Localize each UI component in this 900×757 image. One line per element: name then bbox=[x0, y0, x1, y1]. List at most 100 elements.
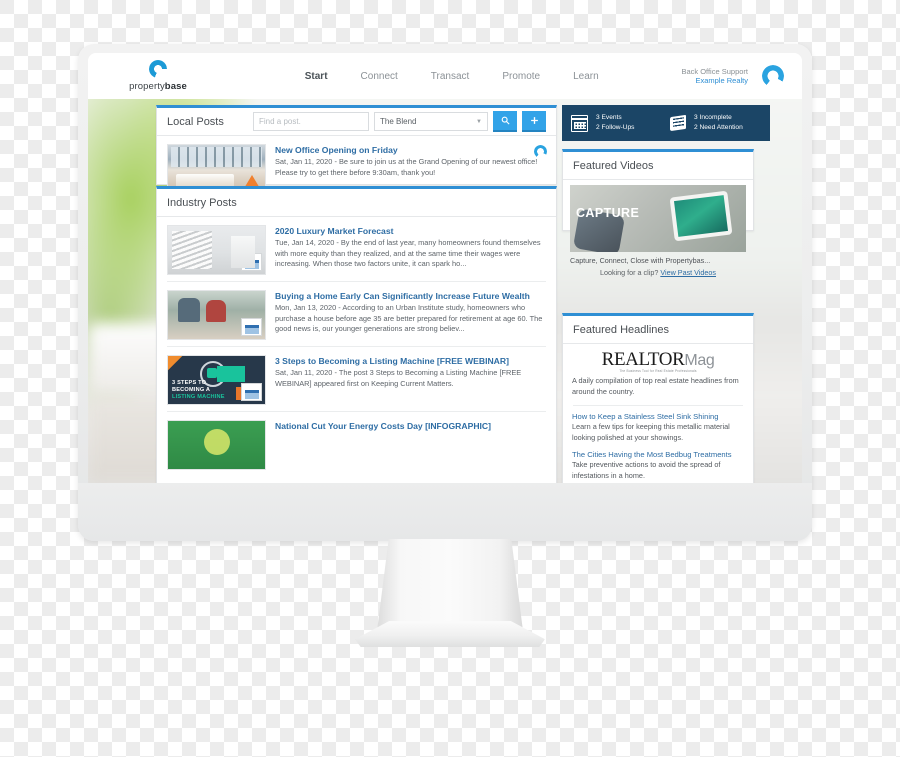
nav-link-transact[interactable]: Transact bbox=[431, 71, 470, 82]
book-icon bbox=[670, 114, 686, 132]
events-tile-text: 3 Events 2 Follow-Ups bbox=[596, 113, 634, 133]
post-excerpt: Sat, Jan 11, 2020 - Be sure to join us a… bbox=[275, 157, 538, 177]
realtor-mag-logo: REALTORMag The Business Tool for Real Es… bbox=[563, 344, 753, 374]
realtor-mag-tagline: The Business Tool for Real Estate Profes… bbox=[619, 369, 697, 373]
post-body: 2020 Luxury Market Forecast Tue, Jan 14,… bbox=[275, 225, 546, 275]
webinar-label-line3: LISTING MACHINE bbox=[172, 394, 225, 401]
plus-icon bbox=[530, 117, 538, 124]
nav-link-promote[interactable]: Promote bbox=[502, 71, 540, 82]
video-thumbnail[interactable]: CAPTURE bbox=[570, 185, 746, 252]
source-c-mark-icon bbox=[534, 145, 547, 158]
post-thumbnail bbox=[167, 225, 266, 275]
headline-title[interactable]: The Cities Having the Most Bedbug Treatm… bbox=[572, 450, 744, 459]
back-office-support-label: Back Office Support bbox=[681, 66, 748, 76]
incomplete-count: 3 Incomplete bbox=[694, 114, 732, 122]
post-title[interactable]: 2020 Luxury Market Forecast bbox=[275, 226, 546, 236]
propertybase-swoosh-icon bbox=[149, 60, 167, 78]
monitor-screen: propertybase Start Connect Transact Prom… bbox=[88, 53, 802, 483]
post-title[interactable]: National Cut Your Energy Costs Day [INFO… bbox=[275, 421, 546, 431]
nav-link-start[interactable]: Start bbox=[305, 71, 328, 82]
company-logo bbox=[756, 61, 790, 91]
post-excerpt: Tue, Jan 14, 2020 - By the end of last y… bbox=[275, 238, 541, 269]
stand-base bbox=[355, 621, 545, 647]
calendar-icon bbox=[571, 114, 588, 132]
webinar-label-line2: BECOMING A bbox=[172, 387, 211, 394]
industry-post-item[interactable]: Buying a Home Early Can Significantly In… bbox=[157, 282, 556, 346]
account-info: Back Office Support Example Realty bbox=[681, 67, 748, 86]
realtor-word: REALTOR bbox=[601, 349, 685, 370]
feed-filter-select[interactable]: The Blend ▼ bbox=[374, 112, 488, 131]
top-navbar: propertybase Start Connect Transact Prom… bbox=[88, 53, 802, 99]
follow-ups-count: 2 Follow-Ups bbox=[596, 124, 635, 131]
post-body: 3 Steps to Becoming a Listing Machine [F… bbox=[275, 355, 546, 405]
headline-item[interactable]: The Cities Having the Most Bedbug Treatm… bbox=[563, 444, 753, 482]
tasks-tile[interactable]: 3 Incomplete 2 Need Attention bbox=[661, 105, 770, 141]
c-mark-icon bbox=[762, 65, 784, 87]
nav-link-learn[interactable]: Learn bbox=[573, 71, 599, 82]
local-posts-panel: Local Posts Find a post. The Blend ▼ New… bbox=[156, 105, 557, 197]
video-footer: Looking for a clip? View Past Videos bbox=[563, 265, 753, 282]
propertybase-logo[interactable]: propertybase bbox=[104, 60, 212, 92]
industry-post-item[interactable]: National Cut Your Energy Costs Day [INFO… bbox=[157, 412, 556, 476]
post-title[interactable]: New Office Opening on Friday bbox=[275, 145, 546, 155]
headline-item[interactable]: How to Keep a Stainless Steel Sink Shini… bbox=[563, 406, 753, 444]
webinar-thumb-label: 3 STEPS TO BECOMING A LISTING MACHINE bbox=[172, 380, 225, 401]
local-posts-header: Local Posts Find a post. The Blend ▼ bbox=[157, 108, 556, 136]
news-badge-icon bbox=[241, 383, 262, 401]
featured-videos-title: Featured Videos bbox=[573, 159, 654, 172]
search-input[interactable]: Find a post. bbox=[253, 112, 369, 131]
brand-wordmark: propertybase bbox=[129, 81, 187, 92]
news-badge-icon bbox=[241, 253, 262, 271]
post-excerpt: Sat, Jan 11, 2020 - The post 3 Steps to … bbox=[275, 368, 522, 388]
add-post-button[interactable] bbox=[522, 111, 546, 132]
feed-filter-value: The Blend bbox=[380, 117, 417, 126]
featured-headlines-panel: Featured Headlines REALTORMag The Busine… bbox=[562, 313, 754, 483]
tasks-tile-text: 3 Incomplete 2 Need Attention bbox=[694, 113, 743, 133]
nav-links: Start Connect Transact Promote Learn bbox=[222, 71, 681, 82]
search-button[interactable] bbox=[493, 111, 517, 132]
post-body: Buying a Home Early Can Significantly In… bbox=[275, 290, 546, 340]
post-thumbnail bbox=[167, 290, 266, 340]
industry-posts-panel: Industry Posts 2020 Luxury Market Foreca… bbox=[156, 186, 557, 483]
video-thumb-label: CAPTURE bbox=[576, 206, 640, 220]
headline-text: Learn a few tips for keeping this metall… bbox=[572, 421, 730, 442]
need-attention-count: 2 Need Attention bbox=[694, 124, 743, 131]
news-badge-icon bbox=[241, 318, 262, 336]
nav-link-connect[interactable]: Connect bbox=[361, 71, 398, 82]
post-title[interactable]: 3 Steps to Becoming a Listing Machine [F… bbox=[275, 356, 546, 366]
featured-videos-header: Featured Videos bbox=[563, 152, 753, 180]
monitor-stand bbox=[355, 539, 545, 647]
webinar-label-line1: 3 STEPS TO bbox=[172, 380, 207, 387]
app-viewport: propertybase Start Connect Transact Prom… bbox=[88, 53, 802, 483]
post-title[interactable]: Buying a Home Early Can Significantly In… bbox=[275, 291, 546, 301]
stand-neck bbox=[377, 539, 523, 631]
post-thumbnail bbox=[167, 420, 266, 470]
local-posts-toolbar: Find a post. The Blend ▼ bbox=[253, 111, 546, 132]
view-past-videos-link[interactable]: View Past Videos bbox=[660, 268, 716, 277]
industry-post-item[interactable]: 2020 Luxury Market Forecast Tue, Jan 14,… bbox=[157, 217, 556, 281]
video-prompt: Looking for a clip? bbox=[599, 268, 659, 277]
events-tile[interactable]: 3 Events 2 Follow-Ups bbox=[562, 105, 671, 141]
events-count: 3 Events bbox=[596, 114, 622, 122]
post-thumbnail: 3 STEPS TO BECOMING A LISTING MACHINE bbox=[167, 355, 266, 405]
nav-right-cluster: Back Office Support Example Realty bbox=[681, 61, 790, 91]
headlines-description: A daily compilation of top real estate h… bbox=[572, 376, 739, 396]
tablet-graphic bbox=[669, 190, 733, 242]
featured-headlines-header: Featured Headlines bbox=[563, 316, 753, 344]
headline-title[interactable]: How to Keep a Stainless Steel Sink Shini… bbox=[572, 412, 744, 421]
corner-ribbon-icon bbox=[168, 356, 189, 374]
video-caption: Capture, Connect, Close with Propertybas… bbox=[570, 256, 711, 265]
industry-post-item[interactable]: 3 STEPS TO BECOMING A LISTING MACHINE 3 … bbox=[157, 347, 556, 411]
post-excerpt: Mon, Jan 13, 2020 - According to an Urba… bbox=[275, 303, 543, 334]
industry-posts-header: Industry Posts bbox=[157, 189, 556, 217]
mag-word: Mag bbox=[684, 352, 715, 369]
search-icon bbox=[501, 116, 510, 125]
headline-text: Take preventive actions to avoid the spr… bbox=[572, 459, 721, 480]
brand-prefix: property bbox=[129, 81, 165, 92]
industry-posts-title: Industry Posts bbox=[167, 196, 237, 209]
monitor-frame: propertybase Start Connect Transact Prom… bbox=[78, 44, 812, 541]
org-switcher[interactable]: Example Realty bbox=[681, 76, 748, 85]
monitor-chin bbox=[78, 483, 812, 541]
post-body: National Cut Your Energy Costs Day [INFO… bbox=[275, 420, 546, 470]
chevron-down-icon: ▼ bbox=[476, 118, 482, 125]
